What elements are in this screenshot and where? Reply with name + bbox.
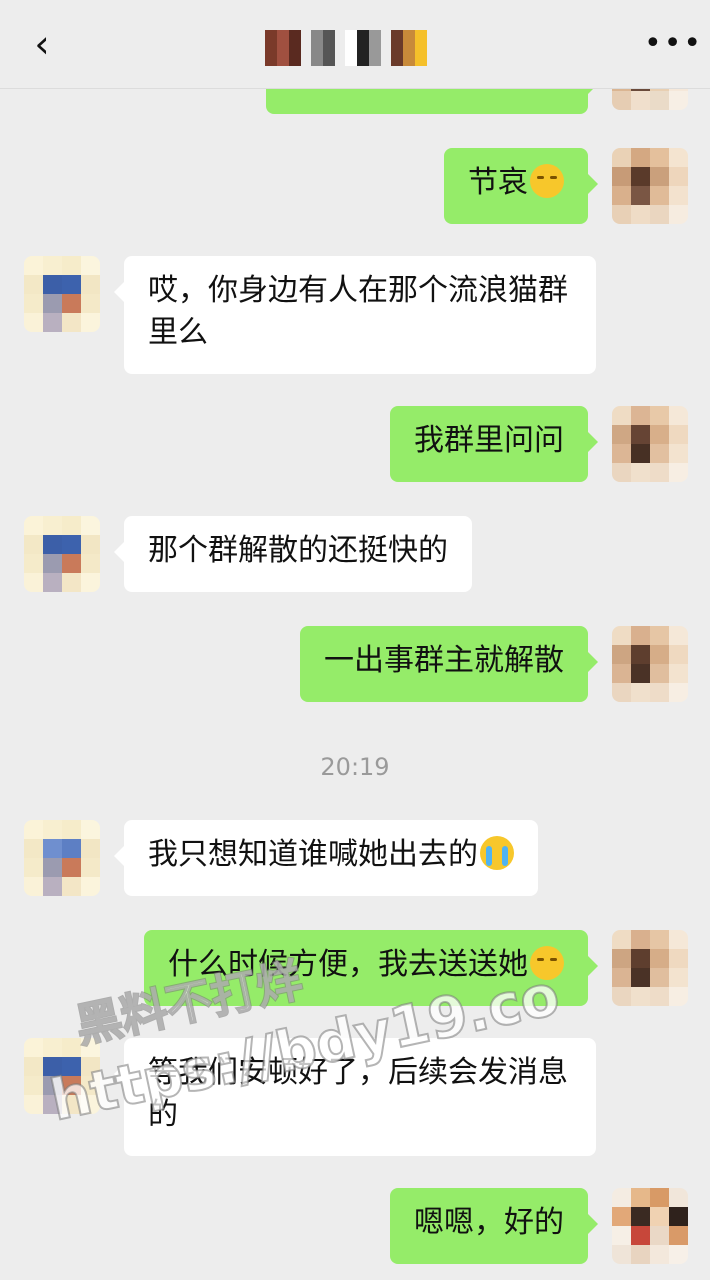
message-text: 等我们安顿好了，后续会发消息的 <box>148 1055 568 1132</box>
message-bubble-outgoing[interactable] <box>266 88 598 114</box>
message-bubble-outgoing[interactable]: 什么时候方便，我去送送她 <box>144 930 598 1006</box>
message-timestamp: 20:19 <box>320 753 390 781</box>
message-text: 哎，你身边有人在那个流浪猫群里么 <box>148 273 568 350</box>
message-row: 节哀 <box>0 148 710 228</box>
chat-title-pixelated <box>265 30 427 66</box>
message-row: 我只想知道谁喊她出去的 <box>0 820 710 900</box>
avatar-self[interactable] <box>612 626 688 702</box>
avatar-contact[interactable] <box>24 516 100 592</box>
message-row: 等我们安顿好了，后续会发消息的 <box>0 1038 710 1158</box>
back-icon[interactable]: ‹ <box>22 24 62 64</box>
message-text: 什么时候方便，我去送送她 <box>168 947 528 982</box>
avatar-self[interactable] <box>612 930 688 1006</box>
avatar-self[interactable] <box>612 148 688 224</box>
message-bubble-incoming[interactable]: 哎，你身边有人在那个流浪猫群里么 <box>114 256 596 374</box>
message-bubble-outgoing[interactable]: 一出事群主就解散 <box>300 626 598 702</box>
avatar-self[interactable] <box>612 88 688 110</box>
avatar-contact[interactable] <box>24 1038 100 1114</box>
message-text: 我群里问问 <box>414 423 564 458</box>
avatar-contact[interactable] <box>24 820 100 896</box>
message-bubble-incoming[interactable]: 我只想知道谁喊她出去的 <box>114 820 538 896</box>
avatar-contact[interactable] <box>24 256 100 332</box>
message-row: 我群里问问 <box>0 406 710 486</box>
message-bubble-outgoing[interactable]: 我群里问问 <box>390 406 598 482</box>
message-text: 嗯嗯，好的 <box>414 1205 564 1240</box>
message-bubble-incoming[interactable]: 等我们安顿好了，后续会发消息的 <box>114 1038 596 1156</box>
message-text: 我只想知道谁喊她出去的 <box>148 837 478 872</box>
pensive-emoji-icon <box>530 946 564 980</box>
message-text: 一出事群主就解散 <box>324 643 564 678</box>
message-list: 节哀 哎，你身边有人在那个流浪猫群里么 我群里问问 那个群解散的还挺快的 一出事… <box>0 88 710 1280</box>
message-text: 那个群解散的还挺快的 <box>148 533 448 568</box>
pensive-emoji-icon <box>530 164 564 198</box>
more-options-icon[interactable]: ••• <box>644 26 701 62</box>
avatar-self[interactable] <box>612 1188 688 1264</box>
message-row: 嗯嗯，好的 <box>0 1188 710 1268</box>
avatar-self[interactable] <box>612 406 688 482</box>
crying-emoji-icon <box>480 836 514 870</box>
message-bubble-incoming[interactable]: 那个群解散的还挺快的 <box>114 516 472 592</box>
message-text: 节哀 <box>468 165 528 200</box>
message-row: 那个群解散的还挺快的 <box>0 516 710 596</box>
message-row: 一出事群主就解散 <box>0 626 710 706</box>
message-bubble-outgoing[interactable]: 嗯嗯，好的 <box>390 1188 598 1264</box>
message-row <box>0 88 710 118</box>
message-row: 什么时候方便，我去送送她 <box>0 930 710 1010</box>
message-bubble-outgoing[interactable]: 节哀 <box>444 148 598 224</box>
chat-header: ‹ ••• <box>0 0 710 89</box>
message-row: 哎，你身边有人在那个流浪猫群里么 <box>0 256 710 376</box>
